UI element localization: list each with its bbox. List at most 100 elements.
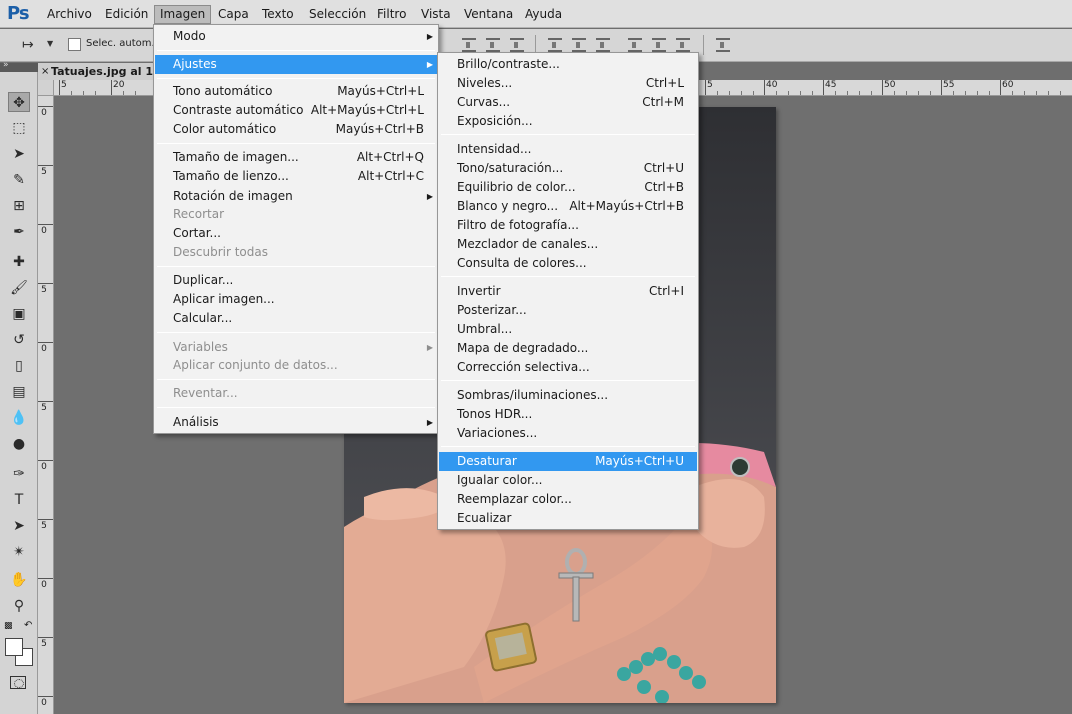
menu-item-ecualizar[interactable]: Ecualizar <box>439 509 697 528</box>
menu-item-sombras-iluminaciones[interactable]: Sombras/iluminaciones... <box>439 386 697 405</box>
menu-item-igualar-color[interactable]: Igualar color... <box>439 471 697 490</box>
menu-item-variables[interactable]: Variables ▶ <box>155 338 437 357</box>
default-colors-icon[interactable]: ▩ <box>4 621 13 631</box>
menu-item-brillo-contraste[interactable]: Brillo/contraste... <box>439 55 697 74</box>
align-vertical-center-icon[interactable] <box>486 38 500 52</box>
dodge-tool-icon[interactable]: ● <box>8 434 30 454</box>
crop-tool-icon[interactable]: ⊞ <box>8 196 30 216</box>
menu-item-color-automatico[interactable]: Color automático Mayús+Ctrl+B <box>155 120 437 139</box>
menu-vista[interactable]: Vista <box>415 5 457 24</box>
chevron-down-icon[interactable]: ▼ <box>47 39 53 48</box>
menu-item-blanco-negro[interactable]: Blanco y negro... Alt+Mayús+Ctrl+B <box>439 197 697 216</box>
ruler-label: 0 <box>41 462 47 472</box>
eyedropper-tool-icon[interactable]: ✒ <box>8 222 30 242</box>
clone-stamp-tool-icon[interactable]: ▣ <box>8 304 30 324</box>
menu-item-ajustes[interactable]: Ajustes ▶ <box>155 55 437 74</box>
menu-imagen[interactable]: Imagen <box>154 5 212 24</box>
menu-item-niveles[interactable]: Niveles... Ctrl+L <box>439 74 697 93</box>
menu-seleccion[interactable]: Selección <box>303 5 372 24</box>
quick-selection-tool-icon[interactable]: ✎ <box>8 170 30 190</box>
close-icon[interactable]: × <box>41 63 49 80</box>
hand-tool-icon[interactable]: ✋ <box>8 570 30 590</box>
menu-item-curvas[interactable]: Curvas... Ctrl+M <box>439 93 697 112</box>
ruler-vertical[interactable]: 0 5 0 5 0 5 0 5 0 5 0 <box>38 96 54 714</box>
path-selection-tool-icon[interactable]: ➤ <box>8 516 30 536</box>
distribute-top-icon[interactable] <box>548 38 562 52</box>
menu-item-recortar[interactable]: Recortar <box>155 205 437 224</box>
history-brush-tool-icon[interactable]: ↺ <box>8 330 30 350</box>
menu-item-analisis[interactable]: Análisis ▶ <box>155 413 437 432</box>
menu-item-tonos-hdr[interactable]: Tonos HDR... <box>439 405 697 424</box>
menu-item-exposicion[interactable]: Exposición... <box>439 112 697 131</box>
menu-edicion[interactable]: Edición <box>99 5 154 24</box>
menu-item-contraste-automatico[interactable]: Contraste automático Alt+Mayús+Ctrl+L <box>155 101 437 120</box>
app-logo: Ps <box>7 3 30 24</box>
blur-tool-icon[interactable]: 💧 <box>8 408 30 428</box>
menu-item-invertir[interactable]: Invertir Ctrl+I <box>439 282 697 301</box>
menu-item-tamano-imagen[interactable]: Tamaño de imagen... Alt+Ctrl+Q <box>155 148 437 167</box>
menu-texto[interactable]: Texto <box>256 5 300 24</box>
menu-item-reventar[interactable]: Reventar... <box>155 384 437 403</box>
separator <box>157 379 435 380</box>
menu-filtro[interactable]: Filtro <box>371 5 412 24</box>
align-bottom-icon[interactable] <box>510 38 524 52</box>
distribute-left-icon[interactable] <box>628 38 642 52</box>
menu-item-aplicar-imagen[interactable]: Aplicar imagen... <box>155 290 437 309</box>
swap-colors-icon[interactable]: ↶ <box>24 620 32 631</box>
menu-item-rotacion-imagen[interactable]: Rotación de imagen ▶ <box>155 187 437 206</box>
menu-item-reemplazar-color[interactable]: Reemplazar color... <box>439 490 697 509</box>
brush-tool-icon[interactable]: 🖌 <box>8 278 30 298</box>
menu-item-correccion-selectiva[interactable]: Corrección selectiva... <box>439 358 697 377</box>
auto-align-layers-icon[interactable] <box>716 38 730 52</box>
pen-tool-icon[interactable]: ✑ <box>8 464 30 484</box>
menu-item-umbral[interactable]: Umbral... <box>439 320 697 339</box>
menu-item-posterizar[interactable]: Posterizar... <box>439 301 697 320</box>
menu-item-cortar[interactable]: Cortar... <box>155 224 437 243</box>
menu-item-filtro-fotografia[interactable]: Filtro de fotografía... <box>439 216 697 235</box>
menu-item-descubrir-todas[interactable]: Descubrir todas <box>155 243 437 262</box>
separator <box>157 407 435 408</box>
ruler-corner[interactable] <box>38 80 54 96</box>
move-tool-icon[interactable]: ✥ <box>8 92 30 112</box>
distribute-center-icon[interactable] <box>572 38 586 52</box>
distribute-bottom-icon[interactable] <box>596 38 610 52</box>
menu-item-tono-saturacion[interactable]: Tono/saturación... Ctrl+U <box>439 159 697 178</box>
auto-select-checkbox[interactable] <box>68 38 81 51</box>
move-tool-preset-icon[interactable]: ↦ <box>22 37 34 53</box>
menu-ventana[interactable]: Ventana <box>458 5 519 24</box>
foreground-color-swatch[interactable] <box>5 638 23 656</box>
menu-capa[interactable]: Capa <box>212 5 255 24</box>
quick-mask-icon[interactable] <box>10 676 26 689</box>
menu-item-equilibrio-color[interactable]: Equilibrio de color... Ctrl+B <box>439 178 697 197</box>
menu-item-intensidad[interactable]: Intensidad... <box>439 140 697 159</box>
menu-item-mapa-degradado[interactable]: Mapa de degradado... <box>439 339 697 358</box>
collapse-arrows-icon[interactable]: » <box>3 60 9 70</box>
distribute-hcenter-icon[interactable] <box>652 38 666 52</box>
menu-item-tamano-lienzo[interactable]: Tamaño de lienzo... Alt+Ctrl+C <box>155 167 437 186</box>
marquee-tool-icon[interactable]: ⬚ <box>8 118 30 138</box>
shape-tool-icon[interactable]: ✴ <box>8 542 30 562</box>
menu-item-modo[interactable]: Modo ▶ <box>155 27 437 46</box>
menu-item-tono-automatico[interactable]: Tono automático Mayús+Ctrl+L <box>155 82 437 101</box>
menu-item-calcular[interactable]: Calcular... <box>155 309 437 328</box>
menu-ayuda[interactable]: Ayuda <box>519 5 568 24</box>
tools-panel-header[interactable]: » <box>0 60 38 72</box>
ruler-label: 5 <box>41 403 47 413</box>
menu-item-aplicar-conjunto-datos[interactable]: Aplicar conjunto de datos... <box>155 356 437 375</box>
lasso-tool-icon[interactable]: ➤ <box>8 144 30 164</box>
eraser-tool-icon[interactable]: ▯ <box>8 356 30 376</box>
gradient-tool-icon[interactable]: ▤ <box>8 382 30 402</box>
distribute-right-icon[interactable] <box>676 38 690 52</box>
separator <box>157 50 435 51</box>
menu-item-desaturar[interactable]: Desaturar Mayús+Ctrl+U <box>439 452 697 471</box>
menu-item-variaciones[interactable]: Variaciones... <box>439 424 697 443</box>
menu-archivo[interactable]: Archivo <box>41 5 98 24</box>
align-top-icon[interactable] <box>462 38 476 52</box>
healing-brush-tool-icon[interactable]: ✚ <box>8 252 30 272</box>
zoom-tool-icon[interactable]: ⚲ <box>8 596 30 616</box>
menu-item-duplicar[interactable]: Duplicar... <box>155 271 437 290</box>
ruler-label: 5 <box>41 167 47 177</box>
type-tool-icon[interactable]: T <box>8 490 30 510</box>
menu-item-mezclador-canales[interactable]: Mezclador de canales... <box>439 235 697 254</box>
menu-item-consulta-colores[interactable]: Consulta de colores... <box>439 254 697 273</box>
